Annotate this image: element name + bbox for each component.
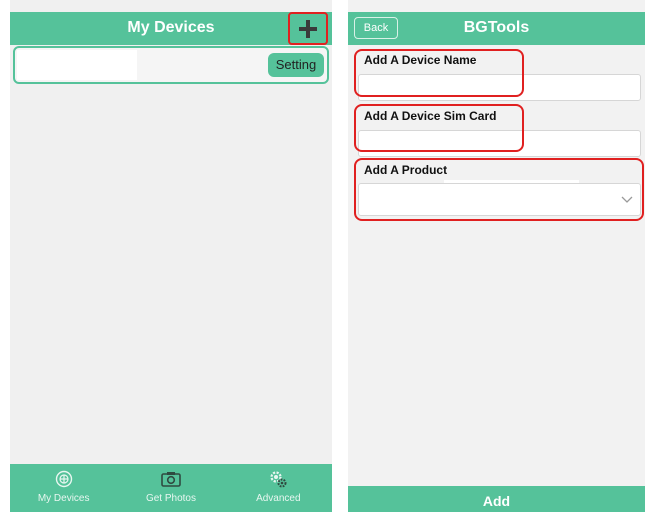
device-list-item[interactable]: Setting [13,46,329,84]
plus-icon [299,19,317,38]
page-title: My Devices [127,19,215,36]
product-select[interactable] [358,183,641,216]
device-name-area [17,50,137,80]
compass-icon [54,470,74,488]
tab-my-devices[interactable]: My Devices [10,464,117,512]
bottom-tab-bar: My Devices Get Photos Advanced [10,464,332,512]
tab-label: Get Photos [145,493,196,504]
top-bar: Back BGTools [348,12,645,45]
sim-card-input[interactable] [358,130,641,157]
page-title: BGTools [463,19,530,36]
chevron-down-icon [621,196,633,203]
device-name-input[interactable] [358,74,641,101]
sim-card-label: Add A Device Sim Card [364,109,497,123]
gear-icon [268,470,288,488]
tab-label: My Devices [37,493,90,504]
top-bar: My Devices [10,12,332,45]
setting-button[interactable]: Setting [268,53,324,77]
tab-get-photos[interactable]: Get Photos [117,464,224,512]
camera-icon [161,470,181,488]
my-devices-screen: My Devices Setting My Devices Get Photos… [10,0,332,512]
add-device-button[interactable] [288,12,328,45]
tab-advanced[interactable]: Advanced [225,464,332,512]
tab-label: Advanced [256,493,301,504]
device-name-label: Add A Device Name [364,53,477,67]
bgtools-add-device-screen: Back BGTools Add A Device Name Add A Dev… [348,0,645,512]
product-label: Add A Product [364,163,448,177]
add-button[interactable]: Add [348,486,645,512]
